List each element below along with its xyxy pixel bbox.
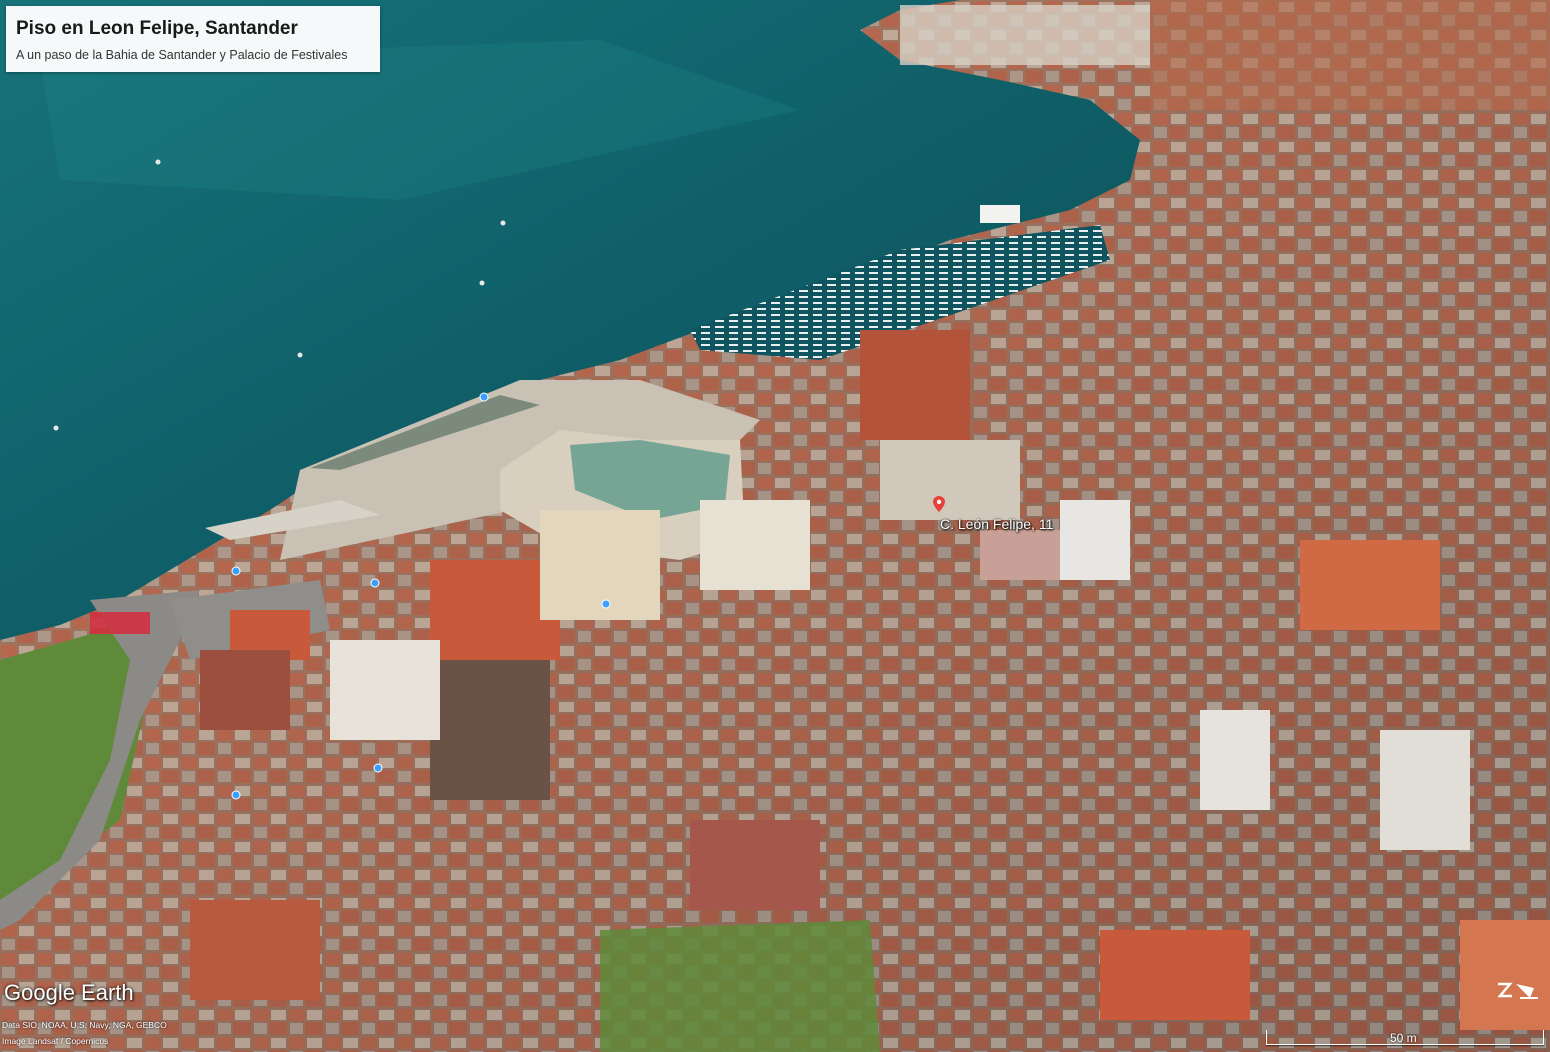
data-attribution: Data SIO, NOAA, U.S. Navy, NGA, GEBCO xyxy=(2,1020,167,1030)
north-arrow-icon[interactable] xyxy=(1492,976,1540,1006)
aerial-3d-view[interactable] xyxy=(0,0,1550,1052)
map-pin-icon[interactable] xyxy=(933,496,945,512)
scale-bar: 50 m xyxy=(1266,1030,1544,1046)
imagery-attribution: Image Landsat / Copernicus xyxy=(2,1036,109,1046)
google-earth-logo: Google Earth xyxy=(4,980,134,1005)
tour-subtitle: A un paso de la Bahia de Santander y Pal… xyxy=(16,48,348,62)
tour-title: Piso en Leon Felipe, Santander xyxy=(16,18,298,39)
scale-bar-label: 50 m xyxy=(1390,1031,1417,1045)
tour-title-card: Piso en Leon Felipe, Santander A un paso… xyxy=(6,6,380,72)
placemark-label[interactable]: C. León Felipe, 11 xyxy=(940,516,1053,532)
